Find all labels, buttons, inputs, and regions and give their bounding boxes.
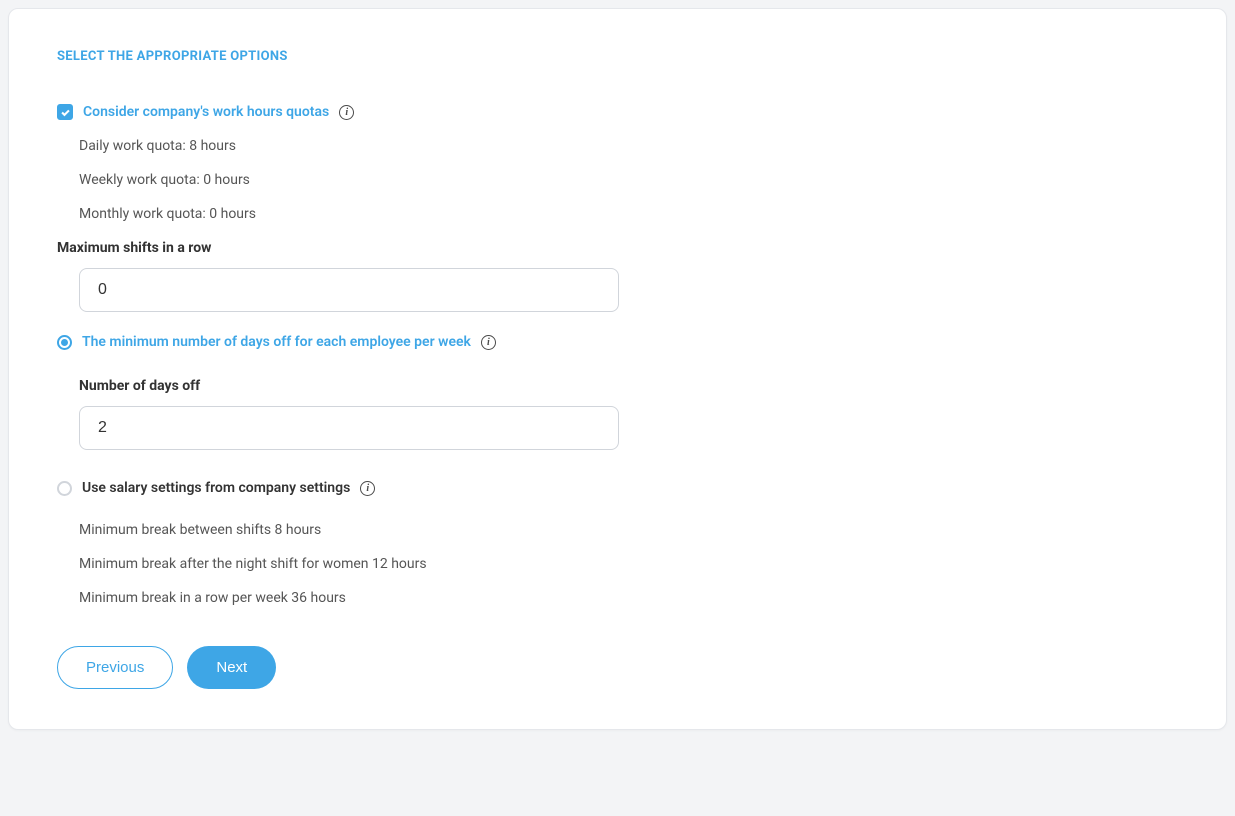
max-shifts-label: Maximum shifts in a row: [57, 240, 1178, 256]
break-night-women-text: Minimum break after the night shift for …: [79, 556, 1178, 572]
option-salary-row: Use salary settings from company setting…: [57, 480, 1178, 496]
footer-buttons: Previous Next: [57, 646, 1178, 689]
daily-quota-text: Daily work quota: 8 hours: [79, 138, 1178, 154]
info-icon[interactable]: i: [481, 335, 496, 350]
quotas-sublist: Daily work quota: 8 hours Weekly work qu…: [79, 138, 1178, 222]
option-quotas-row: Consider company's work hours quotas i: [57, 104, 1178, 120]
break-between-text: Minimum break between shifts 8 hours: [79, 522, 1178, 538]
options-card: SELECT THE APPROPRIATE OPTIONS Consider …: [8, 8, 1227, 730]
quotas-checkbox[interactable]: [57, 104, 73, 120]
info-icon[interactable]: i: [339, 105, 354, 120]
check-icon: [60, 107, 71, 118]
salary-sublist: Minimum break between shifts 8 hours Min…: [79, 522, 1178, 606]
quotas-label: Consider company's work hours quotas: [83, 104, 329, 120]
daysoff-label: The minimum number of days off for each …: [82, 334, 471, 350]
next-button[interactable]: Next: [187, 646, 276, 689]
info-icon[interactable]: i: [360, 481, 375, 496]
max-shifts-input[interactable]: [79, 268, 619, 312]
previous-button[interactable]: Previous: [57, 646, 173, 689]
salary-label: Use salary settings from company setting…: [82, 480, 350, 496]
salary-radio[interactable]: [57, 481, 72, 496]
option-daysoff-row: The minimum number of days off for each …: [57, 334, 1178, 350]
break-per-week-text: Minimum break in a row per week 36 hours: [79, 590, 1178, 606]
daysoff-input[interactable]: [79, 406, 619, 450]
section-title: SELECT THE APPROPRIATE OPTIONS: [57, 49, 1178, 64]
daysoff-radio[interactable]: [57, 335, 72, 350]
daysoff-field-label: Number of days off: [79, 378, 1178, 394]
monthly-quota-text: Monthly work quota: 0 hours: [79, 206, 1178, 222]
weekly-quota-text: Weekly work quota: 0 hours: [79, 172, 1178, 188]
